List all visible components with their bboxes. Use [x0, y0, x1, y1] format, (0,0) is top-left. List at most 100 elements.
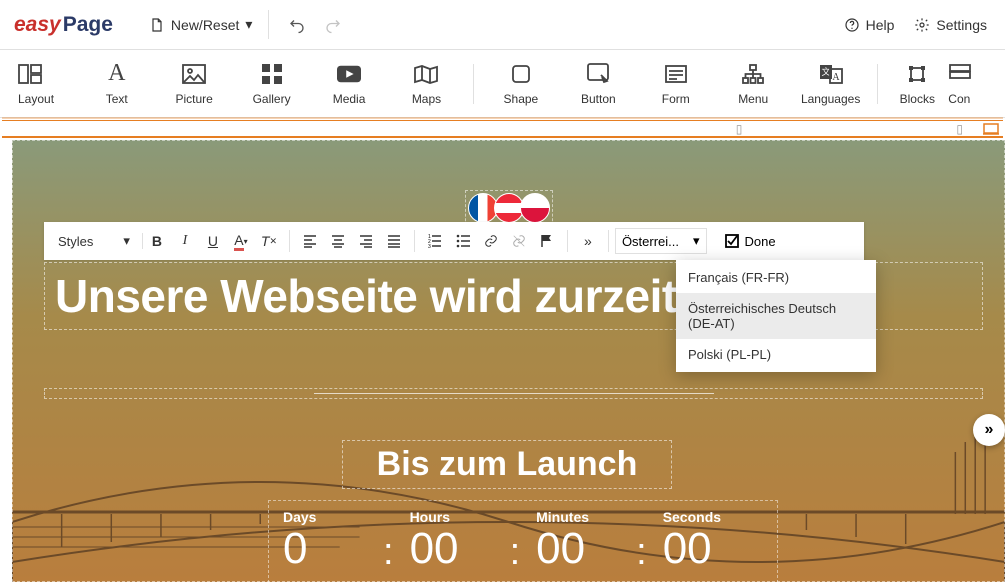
tool-maps[interactable]: Maps — [388, 62, 465, 106]
align-justify-button[interactable] — [380, 227, 408, 255]
checkbox-icon — [725, 234, 739, 248]
styles-label: Styles — [58, 234, 93, 249]
unlink-button[interactable] — [505, 227, 533, 255]
caret-down-icon: ▾ — [123, 233, 130, 249]
containers-icon — [948, 62, 972, 86]
expand-panel-button[interactable]: » — [973, 414, 1005, 446]
caret-down-icon: ▾ — [693, 233, 700, 249]
tool-form[interactable]: Form — [637, 62, 714, 106]
redo-button[interactable] — [315, 7, 351, 43]
countdown-block[interactable]: Days 0 : Hours 00 : Minutes 00 : Seconds… — [268, 500, 778, 582]
tool-label: Button — [581, 92, 616, 106]
gallery-icon — [260, 62, 284, 86]
countdown-minutes: Minutes 00 — [536, 509, 636, 573]
editor-language-dropdown[interactable]: Österrei... ▾ — [615, 228, 707, 254]
align-right-button[interactable] — [352, 227, 380, 255]
language-selected: Österrei... — [622, 234, 679, 249]
styles-dropdown[interactable]: Styles ▾ — [52, 233, 143, 249]
tool-label: Menu — [738, 92, 768, 106]
font-color-button[interactable]: A▾ — [227, 227, 255, 255]
done-label: Done — [745, 234, 776, 249]
tool-picture[interactable]: Picture — [155, 62, 232, 106]
tool-label: Gallery — [253, 92, 291, 106]
toolbar-separator — [877, 64, 878, 104]
tool-languages[interactable]: 文A Languages — [792, 62, 869, 106]
tool-button[interactable]: Button — [560, 62, 637, 106]
tool-label: Media — [333, 92, 366, 106]
more-button[interactable]: » — [574, 227, 602, 255]
unordered-list-button[interactable] — [449, 227, 477, 255]
logo-text-easy: easy — [14, 13, 61, 37]
new-reset-label: New/Reset — [171, 17, 239, 33]
dropdown-item-fr[interactable]: Français (FR-FR) — [676, 262, 876, 293]
language-flags — [465, 190, 553, 226]
countdown-hours: Hours 00 — [410, 509, 510, 573]
page-canvas: Styles ▾ B I U A▾ T✕ 123 » Öster — [12, 140, 1005, 582]
countdown-seconds: Seconds 00 — [663, 509, 763, 573]
phone-icon[interactable]: ▯ — [736, 122, 743, 136]
text-editor-toolbar: Styles ▾ B I U A▾ T✕ 123 » Öster — [44, 222, 864, 260]
tool-layout[interactable]: Layout — [18, 62, 78, 106]
menu-icon — [741, 62, 765, 86]
desktop-icon[interactable] — [983, 123, 999, 135]
main-toolbar: Layout A Text Picture Gallery Media Maps… — [0, 50, 1005, 118]
bold-button[interactable]: B — [143, 227, 171, 255]
dropdown-item-de-at[interactable]: Österreichisches Deutsch (DE-AT) — [676, 293, 876, 339]
flag-button[interactable] — [533, 227, 561, 255]
dropdown-item-pl[interactable]: Polski (PL-PL) — [676, 339, 876, 370]
tool-blocks[interactable]: Blocks — [886, 62, 948, 106]
divider-block[interactable] — [44, 388, 983, 399]
form-icon — [664, 62, 688, 86]
clear-format-button[interactable]: T✕ — [255, 227, 283, 255]
tool-label: Blocks — [900, 92, 935, 106]
align-left-button[interactable] — [296, 227, 324, 255]
ordered-list-button[interactable]: 123 — [421, 227, 449, 255]
layout-icon — [18, 62, 42, 86]
tool-menu[interactable]: Menu — [714, 62, 791, 106]
top-bar: easy Page New/Reset ▾ Help Se — [0, 0, 1005, 50]
tool-media[interactable]: Media — [310, 62, 387, 106]
media-icon — [337, 62, 361, 86]
svg-text:A: A — [832, 72, 840, 83]
undo-button[interactable] — [279, 7, 315, 43]
underline-button[interactable]: U — [199, 227, 227, 255]
caret-down-icon: ▾ — [245, 16, 252, 33]
link-button[interactable] — [477, 227, 505, 255]
tool-label: Languages — [801, 92, 860, 106]
countdown-label: Hours — [410, 509, 450, 525]
tool-text[interactable]: A Text — [78, 62, 155, 106]
tool-shape[interactable]: Shape — [482, 62, 559, 106]
countdown-value: 00 — [536, 525, 585, 573]
tool-label: Shape — [504, 92, 539, 106]
tool-label: Picture — [175, 92, 212, 106]
countdown-label: Seconds — [663, 509, 721, 525]
subheading-block[interactable]: Bis zum Launch — [342, 440, 672, 489]
tool-gallery[interactable]: Gallery — [233, 62, 310, 106]
file-icon — [149, 17, 165, 33]
countdown-value: 00 — [410, 525, 459, 573]
tablet-icon[interactable]: ▯ — [956, 122, 963, 136]
languages-icon: 文A — [819, 62, 843, 86]
language-dropdown-menu: Français (FR-FR) Österreichisches Deutsc… — [676, 260, 876, 372]
blocks-icon — [905, 62, 929, 86]
tool-containers[interactable]: Con — [948, 62, 987, 106]
countdown-value: 00 — [663, 525, 712, 573]
settings-button[interactable]: Settings — [904, 17, 997, 33]
new-reset-button[interactable]: New/Reset ▾ — [141, 10, 270, 39]
countdown-colon: : — [636, 509, 663, 574]
help-button[interactable]: Help — [834, 17, 905, 33]
shape-icon — [509, 62, 533, 86]
countdown-label: Days — [283, 509, 316, 525]
align-center-button[interactable] — [324, 227, 352, 255]
gear-icon — [914, 17, 930, 33]
toolbar-separator — [473, 64, 474, 104]
countdown-value: 0 — [283, 525, 307, 573]
app-logo: easy Page — [14, 13, 113, 37]
italic-button[interactable]: I — [171, 227, 199, 255]
flag-poland[interactable] — [520, 193, 550, 223]
done-button[interactable]: Done — [717, 230, 784, 253]
logo-text-page: Page — [63, 13, 113, 37]
tool-label: Form — [662, 92, 690, 106]
tool-label: Maps — [412, 92, 441, 106]
countdown-days: Days 0 — [283, 509, 383, 573]
